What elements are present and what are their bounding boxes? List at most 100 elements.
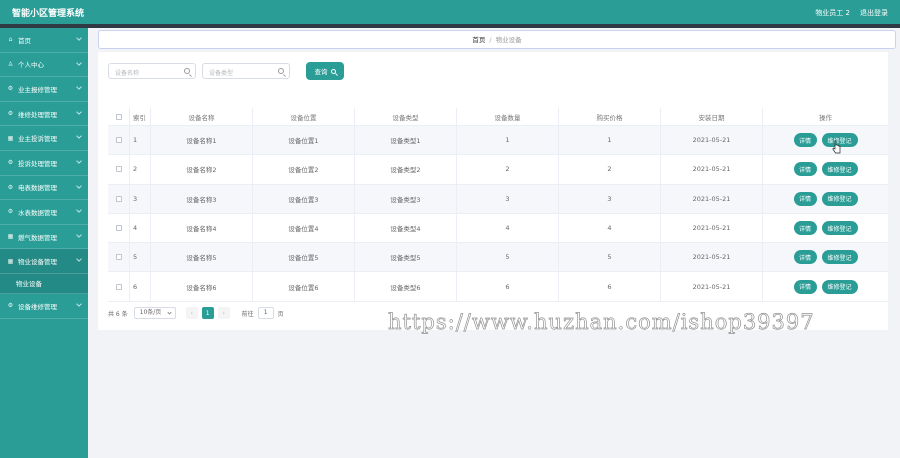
breadcrumb-separator: / <box>489 36 492 44</box>
goto-page-input[interactable]: 1 <box>257 307 274 319</box>
row-device-name: 设备名称5 <box>151 243 253 272</box>
repair-register-button[interactable]: 维修登记 <box>821 191 858 206</box>
page-number-button[interactable]: 1 <box>201 307 214 319</box>
query-button[interactable]: 查询 <box>306 62 344 80</box>
table-row: 1 设备名称1 设备位置1 设备类型1 1 1 2021-05-21 详情 维修登记 <box>108 126 888 156</box>
sidebar-item[interactable]: ⚙ 水表数据管理 <box>0 200 88 225</box>
sidebar-item[interactable]: ⌂ 首页 <box>0 28 88 53</box>
current-user[interactable]: 物业员工 2 <box>815 8 850 18</box>
sidebar-item-label: 首页 <box>18 36 31 45</box>
row-device-quantity: 1 <box>457 126 559 155</box>
sidebar-item[interactable]: ▦ 业主投诉管理 <box>0 126 88 151</box>
row-actions: 详情 维修登记 <box>763 126 888 154</box>
row-purchase-price: 3 <box>559 184 661 213</box>
sidebar-item[interactable]: ⚙ 投诉处理管理 <box>0 151 88 176</box>
detail-button[interactable]: 详情 <box>793 221 817 236</box>
detail-button[interactable]: 详情 <box>793 279 817 294</box>
page-size-select[interactable]: 10条/页 <box>133 307 176 319</box>
row-checkbox[interactable] <box>115 137 122 144</box>
chevron-down-icon <box>76 256 82 263</box>
logout-link[interactable]: 退出登录 <box>860 8 888 18</box>
sidebar-item[interactable]: ⚙ 电表数据管理 <box>0 176 88 201</box>
row-actions: 详情 维修登记 <box>763 243 888 271</box>
prev-page-button[interactable]: ‹ <box>185 307 198 319</box>
goto-label: 前往 <box>241 310 254 318</box>
row-checkbox[interactable] <box>115 254 122 261</box>
chevron-down-icon <box>76 35 82 41</box>
repair-register-button[interactable]: 维修登记 <box>821 279 858 294</box>
row-index: 6 <box>130 272 151 301</box>
row-checkbox[interactable] <box>115 225 122 232</box>
table-row: 4 设备名称4 设备位置4 设备类型4 4 4 2021-05-21 详情 维修登记 <box>108 213 888 244</box>
chevron-down-icon <box>76 301 82 307</box>
row-checkbox[interactable] <box>115 166 122 173</box>
header-device-type: 设备类型 <box>355 108 457 125</box>
row-device-type: 设备类型5 <box>355 243 457 272</box>
query-label: 查询 <box>314 68 328 76</box>
repair-register-button[interactable]: 维修登记 <box>821 221 858 236</box>
detail-button[interactable]: 详情 <box>793 191 817 206</box>
header-index: 索引 <box>130 108 151 125</box>
row-index: 4 <box>130 213 151 243</box>
repair-register-button[interactable]: 维修登记 <box>821 250 858 265</box>
row-device-name: 设备名称2 <box>151 155 253 184</box>
row-device-type: 设备类型2 <box>355 155 457 184</box>
chevron-down-icon <box>76 133 82 140</box>
gear-icon: ⚙ <box>7 110 14 118</box>
chevron-down-icon <box>76 59 82 66</box>
row-device-type: 设备类型4 <box>355 213 457 243</box>
row-device-location: 设备位置2 <box>253 155 355 184</box>
repair-register-button[interactable]: 维修登记 <box>821 162 858 177</box>
header-divider-strip <box>0 24 900 28</box>
row-install-date: 2021-05-21 <box>661 126 763 155</box>
detail-button[interactable]: 详情 <box>793 250 817 265</box>
device-table: 索引 设备名称 设备位置 设备类型 设备数量 购买价格 安装日期 操作 1 设备名… <box>108 108 888 302</box>
search-icon <box>184 68 190 74</box>
breadcrumb-home[interactable]: 首页 <box>472 36 485 44</box>
device-name-input[interactable]: 设备名称 <box>108 63 196 79</box>
sidebar-item[interactable]: ⚙ 维修处理管理 <box>0 102 88 127</box>
row-actions: 详情 维修登记 <box>763 272 888 300</box>
row-device-type: 设备类型3 <box>355 184 457 213</box>
user-icon: ♙ <box>7 60 14 68</box>
sidebar-item-label: 物业设备管理 <box>18 258 57 267</box>
row-device-type: 设备类型6 <box>355 272 457 301</box>
row-checkbox[interactable] <box>115 195 122 202</box>
chevron-down-icon <box>76 207 82 213</box>
row-device-quantity: 5 <box>457 243 559 272</box>
sidebar-item[interactable]: ♙ 个人中心 <box>0 53 88 78</box>
app-title: 智能小区管理系统 <box>12 9 85 19</box>
device-type-input[interactable]: 设备类型 <box>202 63 290 79</box>
row-actions: 详情 维修登记 <box>763 214 888 242</box>
table-row: 6 设备名称6 设备位置6 设备类型6 6 6 2021-05-21 详情 维修登记 <box>108 272 888 302</box>
next-page-button[interactable]: › <box>217 307 230 319</box>
row-device-quantity: 4 <box>457 213 559 243</box>
row-checkbox[interactable] <box>115 283 122 290</box>
sidebar-item[interactable]: ⚙ 业主报修管理 <box>0 77 88 102</box>
chevron-down-icon <box>76 84 82 91</box>
row-index: 1 <box>130 126 151 155</box>
sidebar-item-label: 业主投诉管理 <box>18 135 57 144</box>
sidebar-item-label: 水表数据管理 <box>18 208 57 217</box>
chevron-down-icon <box>76 108 82 115</box>
row-install-date: 2021-05-21 <box>661 213 763 243</box>
gear-icon: ⚙ <box>7 159 14 167</box>
home-icon: ⌂ <box>8 36 13 44</box>
select-all-checkbox[interactable] <box>115 113 122 120</box>
sidebar-item-label: 燃气数据管理 <box>18 233 57 242</box>
sidebar-item[interactable]: ▦ 燃气数据管理 <box>0 225 88 250</box>
sidebar-subitem-property-equipment[interactable]: 物业设备 <box>0 273 88 294</box>
gear-icon: ⚙ <box>7 183 14 191</box>
sidebar-item[interactable]: ▦ 物业设备管理 <box>0 249 88 274</box>
row-actions: 详情 维修登记 <box>763 155 888 183</box>
detail-button[interactable]: 详情 <box>793 133 817 148</box>
breadcrumb-current: 物业设备 <box>495 36 522 44</box>
header-device-name: 设备名称 <box>151 108 253 125</box>
row-device-location: 设备位置3 <box>253 184 355 213</box>
gear-icon: ⚙ <box>7 85 14 93</box>
detail-button[interactable]: 详情 <box>793 162 817 177</box>
row-device-name: 设备名称1 <box>151 126 253 155</box>
table-header-row: 索引 设备名称 设备位置 设备类型 设备数量 购买价格 安装日期 操作 <box>108 108 888 126</box>
header-install-date: 安装日期 <box>661 108 763 125</box>
sidebar-item[interactable]: ⚙ 设备维修管理 <box>0 294 88 319</box>
